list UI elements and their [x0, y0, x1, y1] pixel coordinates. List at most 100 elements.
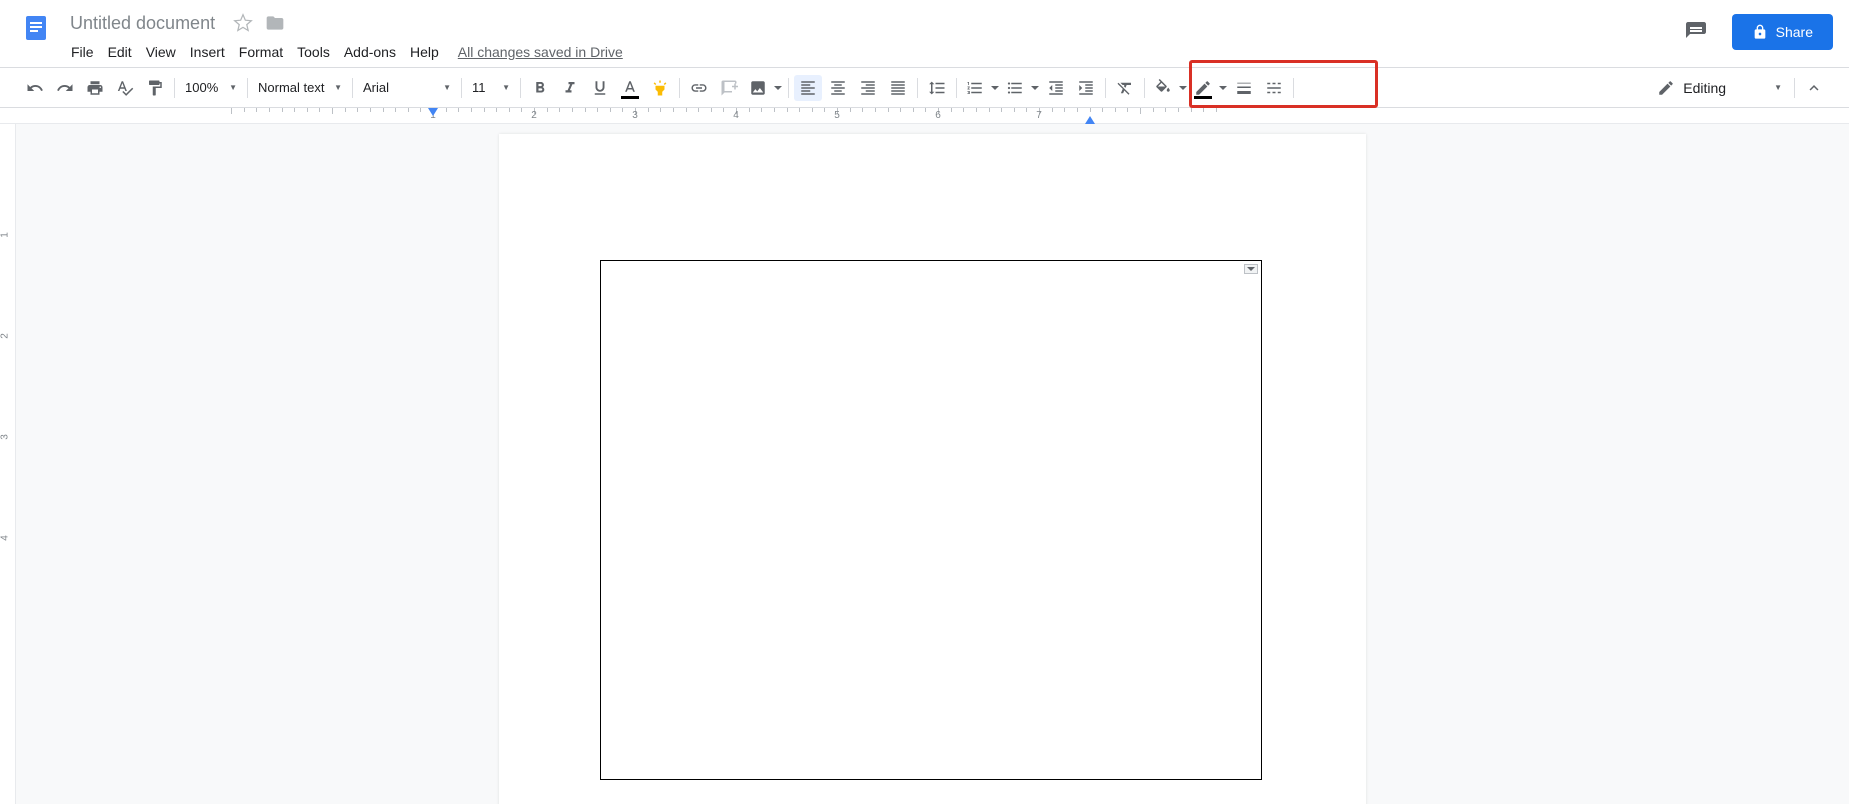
insert-link-button[interactable]: [685, 75, 713, 101]
separator: [956, 78, 957, 98]
horizontal-ruler[interactable]: 1234567: [0, 108, 1849, 124]
document-title[interactable]: Untitled document: [64, 11, 221, 36]
star-icon[interactable]: [233, 13, 253, 33]
hide-menus-button[interactable]: [1800, 75, 1828, 101]
share-button[interactable]: Share: [1732, 14, 1833, 50]
separator: [679, 78, 680, 98]
menu-addons[interactable]: Add-ons: [337, 40, 403, 64]
menu-bar: File Edit View Insert Format Tools Add-o…: [64, 38, 1676, 66]
align-right-button[interactable]: [854, 75, 882, 101]
workspace: 1234: [0, 124, 1849, 804]
italic-icon: [561, 79, 579, 97]
border-width-button[interactable]: [1230, 75, 1258, 101]
save-status[interactable]: All changes saved in Drive: [458, 44, 623, 60]
align-left-icon: [799, 79, 817, 97]
font-select[interactable]: Arial▼: [357, 75, 457, 101]
text-color-icon: [621, 79, 639, 97]
pencil-icon: [1194, 79, 1212, 97]
cell-fill-dropdown[interactable]: [1177, 75, 1189, 101]
zoom-select[interactable]: 100%▼: [179, 75, 243, 101]
docs-logo[interactable]: [16, 8, 56, 48]
header-right: Share: [1676, 8, 1833, 52]
paint-roller-icon: [146, 79, 164, 97]
menu-help[interactable]: Help: [403, 40, 446, 64]
insert-image-combo: [744, 75, 784, 101]
cell-fill-button[interactable]: [1149, 75, 1177, 101]
add-comment-icon: [720, 79, 738, 97]
paint-format-button[interactable]: [141, 75, 169, 101]
caret-down-icon: ▼: [1774, 83, 1782, 92]
redo-button[interactable]: [51, 75, 79, 101]
bulleted-list-button[interactable]: [1001, 75, 1029, 101]
bulleted-list-icon: [1006, 79, 1024, 97]
style-value: Normal text: [258, 80, 324, 95]
decrease-indent-button[interactable]: [1042, 75, 1070, 101]
align-left-button[interactable]: [794, 75, 822, 101]
highlight-color-button[interactable]: [646, 75, 674, 101]
open-comments-button[interactable]: [1676, 12, 1716, 52]
spellcheck-icon: [116, 79, 134, 97]
numbered-list-combo: [961, 75, 1001, 101]
title-row: Untitled document: [64, 8, 1676, 38]
insert-image-dropdown[interactable]: [772, 75, 784, 101]
caret-down-icon: ▼: [443, 83, 451, 92]
separator: [352, 78, 353, 98]
line-spacing-button[interactable]: [923, 75, 951, 101]
font-size-select[interactable]: 11▼: [466, 75, 516, 101]
add-comment-button[interactable]: [715, 75, 743, 101]
clear-formatting-button[interactable]: [1111, 75, 1139, 101]
caret-down-icon: [991, 84, 999, 92]
align-center-icon: [829, 79, 847, 97]
menu-file[interactable]: File: [64, 40, 101, 64]
underline-button[interactable]: [586, 75, 614, 101]
border-color-dropdown[interactable]: [1217, 75, 1229, 101]
menu-format[interactable]: Format: [232, 40, 290, 64]
align-justify-button[interactable]: [884, 75, 912, 101]
menu-insert[interactable]: Insert: [183, 40, 232, 64]
menu-view[interactable]: View: [139, 40, 183, 64]
undo-button[interactable]: [21, 75, 49, 101]
caret-down-icon: [1219, 84, 1227, 92]
decrease-indent-icon: [1047, 79, 1065, 97]
lock-icon: [1752, 24, 1768, 40]
align-center-button[interactable]: [824, 75, 852, 101]
spellcheck-button[interactable]: [111, 75, 139, 101]
table-cell[interactable]: [600, 260, 1262, 780]
separator: [461, 78, 462, 98]
print-button[interactable]: [81, 75, 109, 101]
print-icon: [86, 79, 104, 97]
menu-edit[interactable]: Edit: [101, 40, 139, 64]
styles-select[interactable]: Normal text▼: [252, 75, 348, 101]
vertical-ruler[interactable]: 1234: [0, 124, 16, 804]
separator: [520, 78, 521, 98]
cell-fill-combo: [1149, 75, 1189, 101]
mode-select[interactable]: Editing ▼: [1649, 74, 1790, 102]
toolbar-right: Editing ▼: [1649, 74, 1829, 102]
mode-label: Editing: [1683, 80, 1726, 96]
page[interactable]: [499, 134, 1366, 804]
header: Untitled document File Edit View Insert …: [0, 0, 1849, 68]
separator: [1105, 78, 1106, 98]
document-canvas[interactable]: [16, 124, 1849, 804]
italic-button[interactable]: [556, 75, 584, 101]
border-dash-icon: [1265, 79, 1283, 97]
line-spacing-icon: [928, 79, 946, 97]
border-dash-button[interactable]: [1260, 75, 1288, 101]
separator: [1144, 78, 1145, 98]
caret-down-icon: [1247, 265, 1255, 273]
table-menu-button[interactable]: [1244, 264, 1258, 274]
bold-button[interactable]: [526, 75, 554, 101]
separator: [174, 78, 175, 98]
bulleted-list-dropdown[interactable]: [1029, 75, 1041, 101]
title-area: Untitled document File Edit View Insert …: [64, 8, 1676, 66]
increase-indent-button[interactable]: [1072, 75, 1100, 101]
caret-down-icon: [774, 84, 782, 92]
numbered-list-dropdown[interactable]: [989, 75, 1001, 101]
text-color-button[interactable]: [616, 75, 644, 101]
numbered-list-button[interactable]: [961, 75, 989, 101]
move-to-folder-icon[interactable]: [265, 13, 285, 33]
chevron-up-icon: [1805, 79, 1823, 97]
insert-image-button[interactable]: [744, 75, 772, 101]
menu-tools[interactable]: Tools: [290, 40, 337, 64]
border-color-button[interactable]: [1189, 75, 1217, 101]
